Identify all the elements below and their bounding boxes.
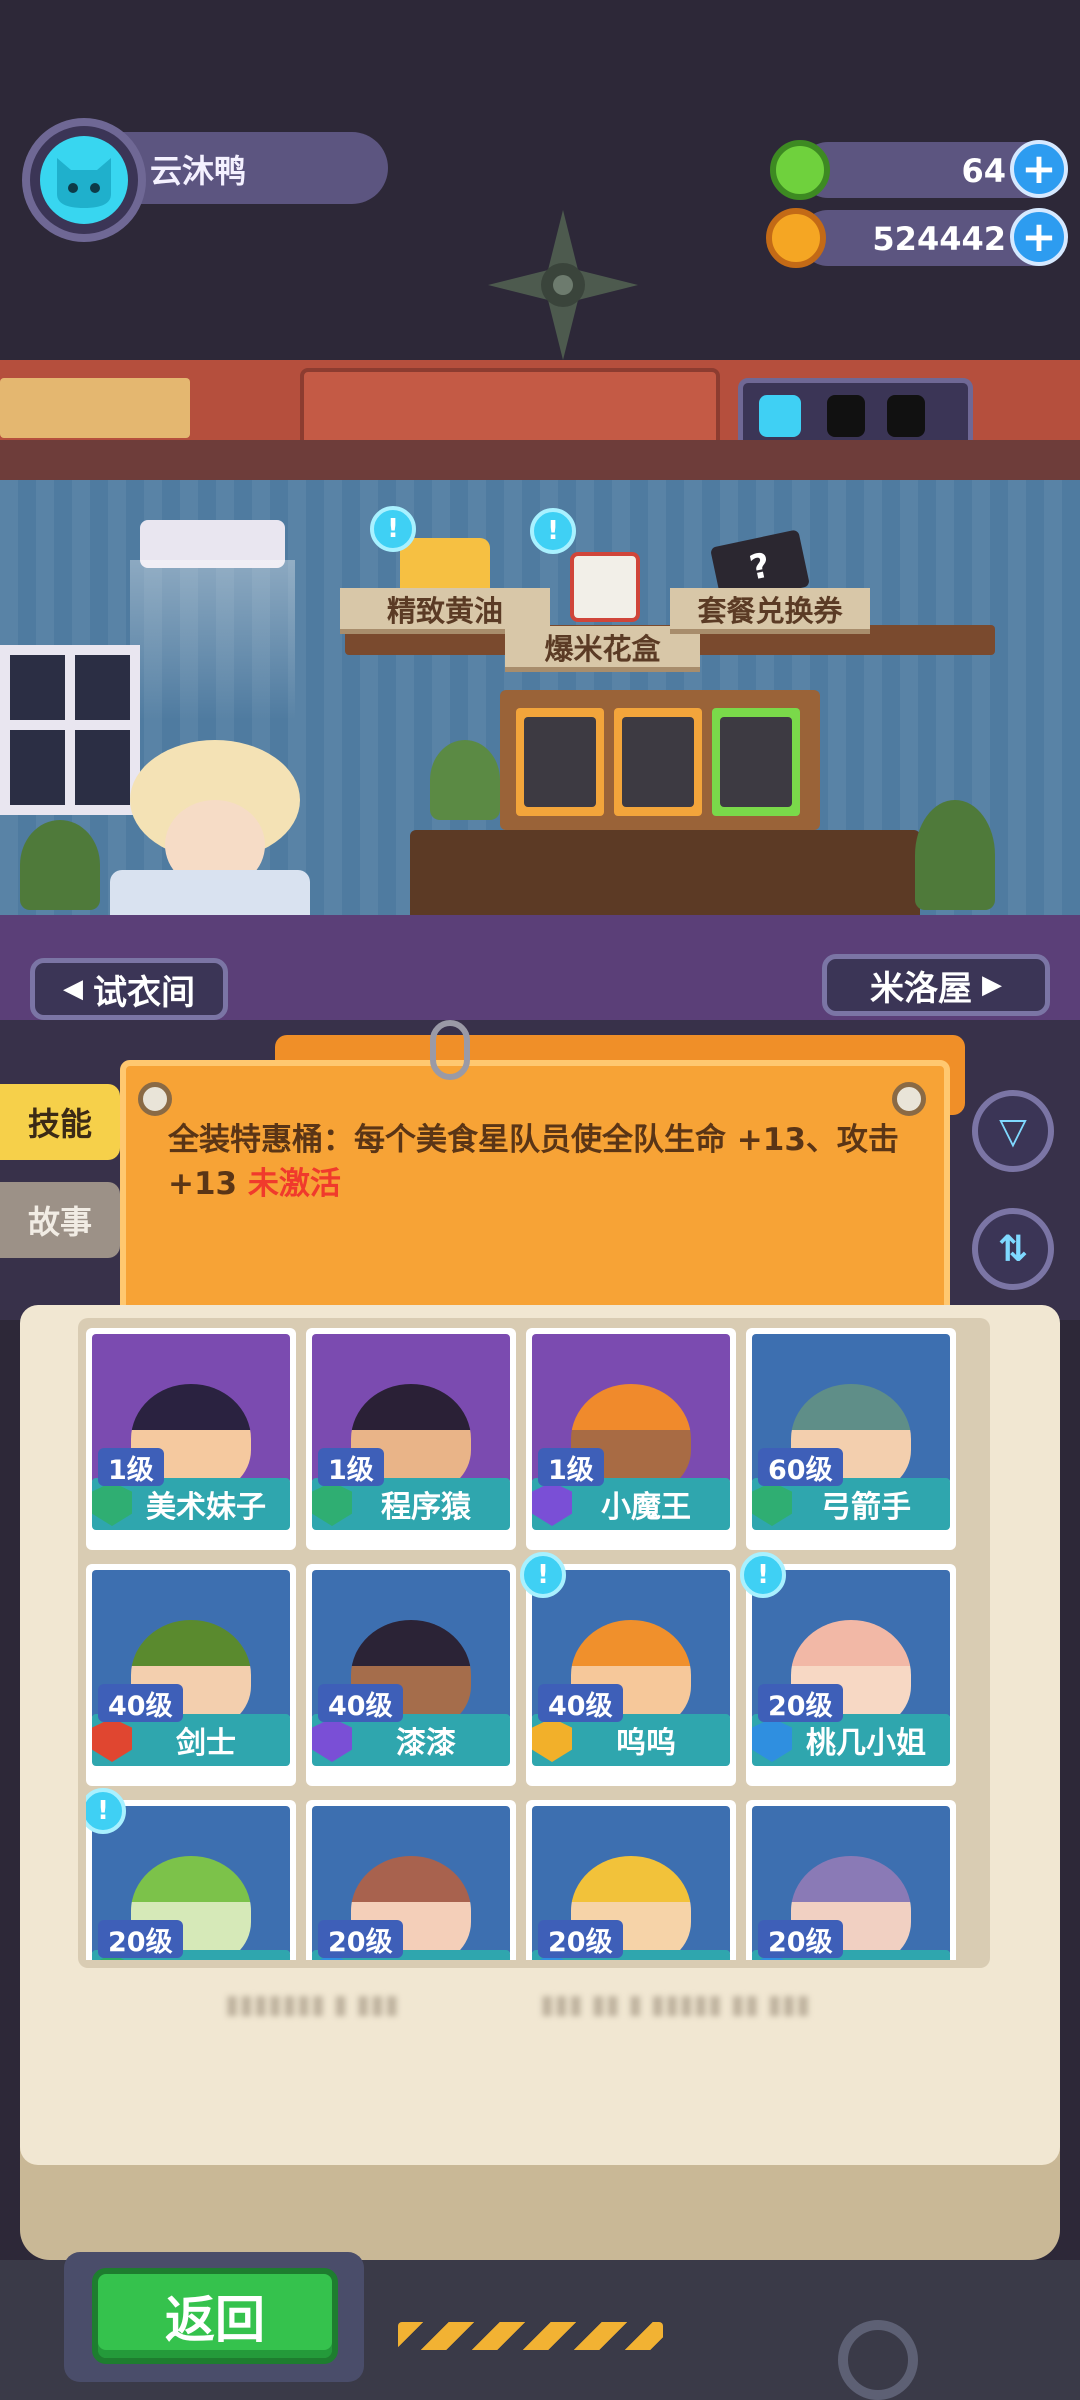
locked-item-slot[interactable] <box>516 708 604 816</box>
character-card[interactable]: 小爱20级 <box>306 1800 516 1960</box>
bonus-status: 未激活 <box>247 1166 341 1202</box>
gem-value: 64 <box>961 152 1006 190</box>
locked-item-slot[interactable] <box>614 708 702 816</box>
character-level: 1级 <box>538 1448 604 1486</box>
ceiling-rail <box>0 440 1080 480</box>
locked-item-slot[interactable] <box>712 708 800 816</box>
character-level: 20级 <box>538 1920 623 1958</box>
milo-house-label: 米洛屋 <box>870 968 972 1009</box>
character-card[interactable]: 小瞳20级 <box>526 1800 736 1960</box>
filter-button[interactable]: ▽ <box>972 1090 1054 1172</box>
character-card[interactable]: 剑士 40级 <box>86 1564 296 1786</box>
ceiling-fan-icon <box>478 200 648 370</box>
character-card[interactable]: 程序猿 1级 <box>306 1328 516 1550</box>
cat-avatar-icon[interactable] <box>40 136 128 224</box>
room-character[interactable] <box>110 740 320 940</box>
shelf-label-coupon[interactable]: 套餐兑换券 <box>670 588 870 634</box>
tab-story[interactable]: 故事 <box>0 1182 120 1258</box>
character-card[interactable]: 美术妹子 1级 <box>86 1328 296 1550</box>
add-coin-button[interactable]: + <box>1010 208 1068 266</box>
character-card[interactable]: 漆漆 40级 <box>306 1564 516 1786</box>
fitting-room-nav-button[interactable]: ◀ 试衣间 <box>30 958 228 1020</box>
back-button[interactable]: 返回 <box>92 2268 338 2364</box>
character-card[interactable]: 叶姬20级! <box>86 1788 296 1960</box>
tab-skill[interactable]: 技能 <box>0 1084 120 1160</box>
character-notification-icon: ! <box>520 1552 566 1598</box>
fitting-room-label: 试衣间 <box>93 972 195 1013</box>
potted-plant <box>430 740 500 820</box>
character-level: 1级 <box>98 1448 164 1486</box>
player-name: 云沐鸭 <box>150 152 247 190</box>
character-card[interactable]: 呜呜 40级! <box>520 1552 736 1786</box>
milo-house-nav-button[interactable]: 米洛屋 ▶ <box>822 954 1050 1016</box>
popcorn-notification-icon: ! <box>530 508 576 554</box>
coin-value: 524442 <box>872 220 1006 258</box>
paper-clip-icon <box>430 1020 470 1080</box>
pin-icon <box>892 1082 926 1116</box>
page-footer-text: ▮▮▮ ▮▮ ▮ ▮▮▮▮▮ ▮▮ ▮▮▮ <box>540 1990 811 2020</box>
character-level: 40级 <box>98 1684 183 1722</box>
gear-icon <box>838 2320 918 2400</box>
pin-icon <box>138 1082 172 1116</box>
character-level: 40级 <box>538 1684 623 1722</box>
character-level: 20级 <box>318 1920 403 1958</box>
character-level: 1级 <box>318 1448 384 1486</box>
arrow-left-icon: ◀ <box>63 974 83 1004</box>
potted-plant <box>915 800 995 910</box>
character-card[interactable]: 桃几小姐 20级! <box>740 1552 956 1786</box>
set-bonus-text: 全装特惠桶：每个美食星队员使全队生命 +13、攻击 +13 未激活 <box>168 1118 928 1206</box>
character-level: 40级 <box>318 1684 403 1722</box>
vent-panel <box>0 378 190 438</box>
character-grid: 美术妹子 1级 程序猿 1级 小魔王 1级 弓箭手 60级剑士 40级 漆漆 40级 呜呜 40级! 桃几… <box>86 1328 986 1960</box>
add-gem-button[interactable]: + <box>1010 140 1068 198</box>
hazard-stripe <box>398 2322 663 2350</box>
character-level: 20级 <box>758 1920 843 1958</box>
character-level: 60级 <box>758 1448 843 1486</box>
character-card[interactable]: 小泪20级 <box>746 1800 956 1960</box>
sort-button[interactable]: ⇅ <box>972 1208 1054 1290</box>
page-footer-text: ▮▮▮▮▮▮▮ ▮ ▮▮▮ <box>225 1990 399 2020</box>
lightning-icon <box>759 395 801 437</box>
character-notification-icon: ! <box>740 1552 786 1598</box>
character-card[interactable]: 小魔王 1级 <box>526 1328 736 1550</box>
arrow-right-icon: ▶ <box>982 970 1002 1000</box>
character-card[interactable]: 弓箭手 60级 <box>746 1328 956 1550</box>
popcorn-box-icon[interactable] <box>570 552 640 622</box>
butter-notification-icon: ! <box>370 506 416 552</box>
potted-plant <box>20 820 100 910</box>
character-level: 20级 <box>758 1684 843 1722</box>
character-level: 20级 <box>98 1920 183 1958</box>
